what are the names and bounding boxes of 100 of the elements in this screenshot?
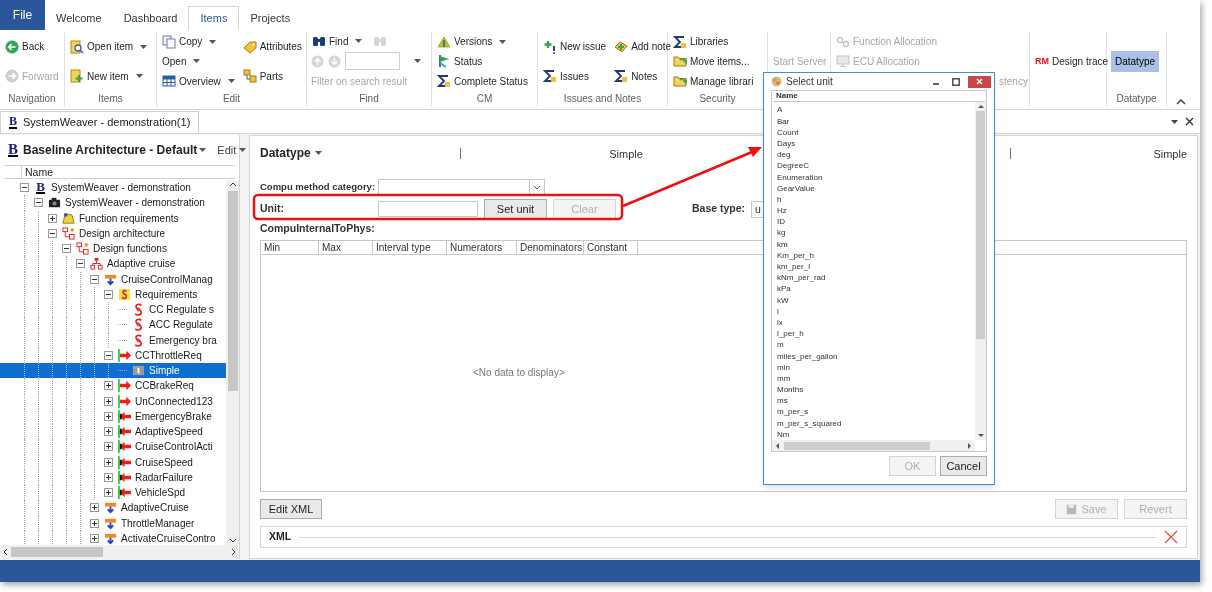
- list-item[interactable]: kW: [772, 294, 975, 306]
- horizontal-scrollbar[interactable]: [772, 440, 975, 451]
- expand-toggle[interactable]: [90, 503, 99, 513]
- datatype-menu[interactable]: Datatype: [260, 144, 460, 162]
- ribbon-button[interactable]: Parts: [241, 68, 285, 84]
- expand-toggle[interactable]: [90, 533, 99, 543]
- list-item[interactable]: Days: [772, 137, 975, 150]
- ribbon-button[interactable]: Overview: [161, 73, 236, 89]
- column-header[interactable]: Name: [22, 166, 53, 178]
- tree-item[interactable]: Emergency bra: [0, 332, 226, 348]
- edit-menu[interactable]: Edit: [217, 141, 247, 159]
- collapse-toggle[interactable]: [90, 274, 99, 284]
- ribbon-button[interactable]: Find: [311, 33, 364, 49]
- menu-tab[interactable]: Items: [188, 6, 240, 30]
- scroll-left-icon[interactable]: [3, 548, 8, 556]
- expand-toggle[interactable]: [104, 381, 113, 391]
- tree-item[interactable]: Simple: [0, 363, 226, 379]
- tree-item[interactable]: CC Regulate s: [0, 302, 226, 318]
- scrollbar[interactable]: [226, 180, 239, 545]
- column-header[interactable]: Min: [261, 240, 319, 254]
- column-header[interactable]: Max: [319, 240, 373, 254]
- list-item[interactable]: m_per_s: [772, 406, 975, 418]
- expand-toggle[interactable]: [90, 518, 99, 528]
- maximize-icon[interactable]: [952, 77, 960, 86]
- tree-item[interactable]: Design functions: [0, 241, 226, 257]
- scroll-left-icon[interactable]: [775, 442, 779, 449]
- column-header[interactable]: Constant: [584, 240, 639, 254]
- collapse-toggle[interactable]: [104, 289, 113, 299]
- ribbon-button[interactable]: Move items...: [672, 54, 751, 69]
- list-item[interactable]: GearValue: [772, 182, 975, 194]
- ribbon-button[interactable]: New item: [69, 68, 144, 84]
- menu-tab[interactable]: Welcome: [45, 6, 113, 30]
- column-header[interactable]: Name: [773, 91, 985, 103]
- list-item[interactable]: Bar: [772, 115, 975, 127]
- collapse-toggle[interactable]: [62, 244, 71, 254]
- tree-item[interactable]: CruiseControlManag: [0, 271, 226, 287]
- dropdown-icon[interactable]: [1171, 120, 1178, 124]
- ribbon-button[interactable]: Versions: [436, 34, 508, 50]
- list-item[interactable]: ms: [772, 395, 975, 407]
- ribbon-button[interactable]: Open: [161, 54, 202, 69]
- list-item[interactable]: Months: [772, 384, 975, 396]
- list-item[interactable]: DegreeC: [772, 160, 975, 172]
- list-item[interactable]: kPa: [772, 283, 975, 295]
- ribbon-button[interactable]: Issues: [542, 68, 590, 84]
- menu-tab[interactable]: Projects: [239, 6, 302, 30]
- ribbon-button[interactable]: Status: [436, 54, 484, 69]
- ribbon-button[interactable]: Attributes: [241, 39, 303, 55]
- tree-item[interactable]: ThrottleManager: [0, 515, 226, 531]
- tree-item[interactable]: AdaptiveCruise: [0, 500, 226, 516]
- horizontal-scrollbar[interactable]: [0, 545, 239, 559]
- tree-item[interactable]: Adaptive cruise: [0, 256, 226, 272]
- column-header[interactable]: Interval type: [373, 240, 447, 254]
- collapse-toggle[interactable]: [48, 228, 57, 238]
- tree-item[interactable]: VehicleSpd: [0, 485, 226, 501]
- collapse-toggle[interactable]: [20, 183, 29, 193]
- close-icon[interactable]: [1185, 117, 1194, 126]
- list-item[interactable]: Count: [772, 126, 975, 138]
- tree-item[interactable]: ACC Regulate: [0, 317, 226, 333]
- tree-item[interactable]: SystemWeaver - demonstration: [0, 195, 226, 211]
- scroll-up-icon[interactable]: [228, 182, 237, 187]
- list-item[interactable]: km: [772, 238, 975, 250]
- tree-item[interactable]: Requirements: [0, 286, 226, 302]
- list-item[interactable]: lx: [772, 316, 975, 329]
- expand-toggle[interactable]: [104, 411, 113, 421]
- button[interactable]: Set unit: [484, 199, 547, 219]
- scroll-down-icon[interactable]: [977, 434, 984, 438]
- expand-toggle[interactable]: [104, 472, 113, 482]
- tree-item[interactable]: UnConnected123: [0, 393, 226, 409]
- ribbon-button[interactable]: Libraries: [672, 34, 730, 50]
- baseline-dropdown[interactable]: Baseline Architecture - Default: [23, 141, 207, 159]
- column-header[interactable]: Denominators: [517, 240, 584, 254]
- ribbon-button[interactable]: New issue: [542, 39, 608, 55]
- list-item[interactable]: mm: [772, 372, 975, 385]
- button[interactable]: Cancel: [940, 456, 987, 476]
- ribbon-button[interactable]: RM Design trace: [1034, 54, 1110, 69]
- column-header[interactable]: Numerators: [447, 240, 517, 254]
- list-item[interactable]: ID: [772, 216, 975, 228]
- compu-method-select[interactable]: [378, 178, 545, 196]
- collapse-toggle[interactable]: [34, 198, 43, 208]
- tree-item[interactable]: CCBrakeReq: [0, 378, 226, 394]
- file-tab[interactable]: File: [0, 0, 45, 30]
- expand-toggle[interactable]: [104, 427, 113, 437]
- ribbon-button[interactable]: Copy: [161, 34, 218, 50]
- list-item[interactable]: h: [772, 193, 975, 206]
- scroll-down-icon[interactable]: [228, 538, 237, 543]
- list-item[interactable]: Enumeration: [772, 171, 975, 183]
- tree-item[interactable]: Function requirements: [0, 210, 226, 226]
- tree-item[interactable]: Design architecture: [0, 225, 226, 241]
- tree-item[interactable]: CruiseControlActi: [0, 439, 226, 455]
- scroll-right-icon[interactable]: [231, 548, 236, 556]
- list-item[interactable]: kNm_per_rad: [772, 272, 975, 284]
- list-item[interactable]: m_per_s_squared: [772, 417, 975, 429]
- tree-item[interactable]: CruiseSpeed: [0, 454, 226, 470]
- list-item[interactable]: deg: [772, 149, 975, 161]
- tree-item[interactable]: B SystemWeaver - demonstration: [0, 180, 226, 196]
- list-item[interactable]: miles_per_gallon: [772, 350, 975, 362]
- collapse-ribbon-icon[interactable]: [1176, 99, 1186, 105]
- expand-toggle[interactable]: [104, 488, 113, 498]
- expand-toggle[interactable]: [104, 442, 113, 452]
- list-item[interactable]: Nm: [772, 428, 975, 440]
